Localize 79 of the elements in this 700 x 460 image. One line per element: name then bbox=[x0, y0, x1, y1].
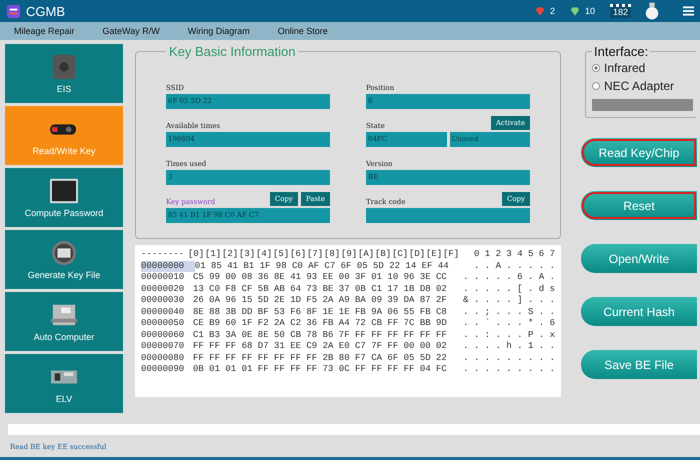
hex-bytes: 01 85 41 B1 1F 98 C0 AF C7 6F 05 5D 22 14 EF 44 bbox=[194, 260, 450, 272]
radio-label: NEC Adapter bbox=[604, 79, 674, 93]
action-button[interactable]: Current Hash bbox=[581, 297, 697, 326]
offset-cell[interactable]: 00000040 bbox=[141, 306, 193, 318]
action-button[interactable]: Save BE File bbox=[581, 350, 697, 379]
ascii-text: & . . . . ] . . . bbox=[463, 295, 555, 306]
column-header: [C] bbox=[392, 249, 409, 260]
offset-cell[interactable]: 00000000 bbox=[141, 260, 195, 272]
offset-cell[interactable]: 00000070 bbox=[141, 341, 193, 352]
column-header: [5] bbox=[272, 249, 290, 260]
column-header: [9] bbox=[340, 249, 358, 260]
counter-text: 2 bbox=[550, 6, 555, 16]
ascii-text: . . : . . . P . x bbox=[463, 330, 555, 341]
sidebar-item[interactable]: ELV bbox=[5, 354, 123, 413]
hex-header: -------- bbox=[141, 249, 186, 260]
menu-item[interactable]: GateWay R/W bbox=[102, 26, 160, 36]
offset-cell[interactable]: 00000060 bbox=[141, 330, 193, 341]
column-header: [6] bbox=[290, 249, 307, 260]
offset-cell[interactable]: 00000010 bbox=[141, 272, 193, 284]
value-field[interactable] bbox=[366, 208, 530, 223]
hex-bytes: FF FF FF 68 D7 31 EE C9 2A E0 C7 7F FF 00 00 02 bbox=[192, 341, 448, 352]
menu-item[interactable]: Mileage Repair bbox=[14, 26, 75, 36]
ascii-header: 0 1 2 3 4 5 6 7 bbox=[474, 249, 555, 260]
offset-cell[interactable]: 00000050 bbox=[141, 318, 193, 330]
sidebar-item[interactable]: Compute Password bbox=[5, 168, 123, 227]
ascii-text: . . . . . 6 . A . bbox=[463, 272, 555, 284]
hex-bytes: 26 0A 96 15 5D 2E 1D F5 2A A9 BA 09 39 DA 87 2F bbox=[192, 295, 448, 306]
ascii-text: . . ` . . . * . 6 bbox=[463, 318, 555, 330]
sidebar-item[interactable]: EIS bbox=[5, 44, 123, 103]
column-header: [8] bbox=[324, 249, 341, 260]
hex-bytes: C5 99 00 08 36 8E 41 93 EE 00 3F 01 10 96 3E CC bbox=[192, 272, 448, 284]
offset-cell[interactable]: 00000080 bbox=[141, 352, 193, 364]
sidebar-item[interactable]: Generate Key File bbox=[5, 230, 123, 289]
column-header: [E] bbox=[426, 249, 443, 260]
calendar-icon[interactable]: 182 bbox=[610, 4, 631, 18]
app-logo-icon bbox=[6, 4, 21, 18]
column-header: [4] bbox=[256, 249, 273, 260]
hex-bytes: FF FF FF FF FF FF FF FF 2B 80 F7 CA 6F 05 5D 22 bbox=[192, 352, 448, 364]
hex-bytes: 0B 01 01 01 FF FF FF FF 73 0C FF FF FF FF 04 FC bbox=[192, 364, 448, 376]
offset-cell[interactable]: 00000030 bbox=[141, 295, 193, 306]
gem-icon bbox=[570, 6, 580, 16]
ascii-text: . . . . . [ . d s bbox=[463, 284, 555, 295]
action-button[interactable]: Open/Write bbox=[581, 244, 697, 273]
window-title: CGMB bbox=[26, 4, 65, 18]
hex-bytes: C1 B3 3A 0E 8E 50 CB 78 B6 7F FF FF FF FF FF FF bbox=[192, 330, 448, 341]
hex-bytes: 13 C0 F8 CF 5B AB 64 73 BE 37 0B C1 17 1B D8 02 bbox=[192, 284, 448, 295]
column-header: [B] bbox=[374, 249, 392, 260]
column-header: [0] bbox=[188, 249, 205, 260]
menu-item[interactable]: Wiring Diagram bbox=[188, 26, 250, 36]
hex-bytes: 8E 88 3B DD BF 53 F6 8F 1E 1E FB 9A 06 55 FB C8 bbox=[192, 306, 448, 318]
column-header: [F] bbox=[442, 249, 460, 260]
action-button[interactable]: Read Key/Chip bbox=[581, 138, 697, 167]
radio-button[interactable] bbox=[592, 82, 600, 90]
panel-title: Key Basic Information bbox=[168, 44, 296, 59]
gem-icon bbox=[534, 6, 545, 16]
ascii-text: . . . . . . . . . bbox=[463, 352, 555, 364]
action-button[interactable]: Reset bbox=[581, 191, 697, 220]
column-header: [1] bbox=[204, 249, 222, 260]
column-header: [A] bbox=[358, 249, 375, 260]
sidebar-item[interactable]: Auto Computer bbox=[5, 292, 123, 351]
menu-icon[interactable] bbox=[683, 6, 694, 16]
offset-cell[interactable]: 00000020 bbox=[141, 284, 193, 295]
counter-text: 10 bbox=[584, 6, 595, 16]
column-header: [7] bbox=[306, 249, 324, 260]
menu-item[interactable]: Online Store bbox=[278, 26, 328, 36]
ascii-text: . . A . . . . . bbox=[474, 260, 555, 272]
radio-label: Infrared bbox=[604, 61, 646, 75]
radio-button[interactable] bbox=[592, 64, 600, 72]
offset-cell[interactable]: 00000090 bbox=[141, 364, 193, 376]
column-header: [D] bbox=[408, 249, 426, 260]
ascii-text: . . . . h . 1 . . bbox=[463, 341, 555, 352]
medal-icon[interactable] bbox=[644, 2, 660, 20]
column-header: [3] bbox=[238, 249, 256, 260]
hex-bytes: CE B9 60 1F F2 2A C2 36 FB A4 72 CB FF 7C BB 9D bbox=[192, 318, 448, 330]
ascii-text: . . . . . . . . . bbox=[463, 364, 555, 376]
output-field[interactable] bbox=[8, 424, 700, 435]
ascii-text: . . ; . . . S . . bbox=[463, 306, 555, 318]
group-title: Interface: bbox=[593, 44, 650, 59]
column-header: [2] bbox=[222, 249, 239, 260]
